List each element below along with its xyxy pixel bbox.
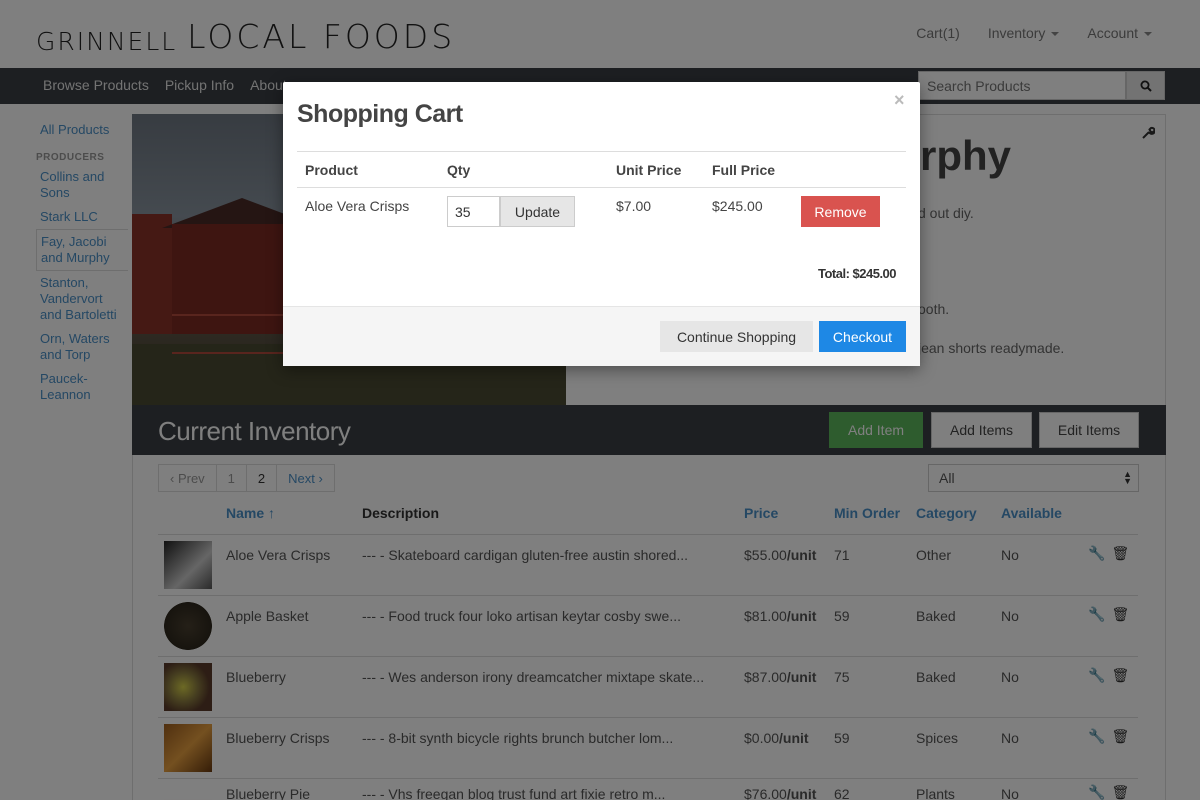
- close-icon[interactable]: ×: [894, 90, 905, 111]
- shopping-cart-modal: Shopping Cart × Product Qty Unit Price F…: [283, 82, 920, 366]
- quantity-input[interactable]: [447, 196, 500, 227]
- cart-header-product: Product: [305, 162, 358, 178]
- modal-title: Shopping Cart: [297, 100, 463, 128]
- cart-item-full-price: $245.00: [712, 198, 763, 214]
- remove-button[interactable]: Remove: [801, 196, 880, 227]
- table-divider: [297, 187, 906, 188]
- cart-header-qty: Qty: [447, 162, 471, 178]
- cart-item-unit-price: $7.00: [616, 198, 652, 214]
- checkout-button[interactable]: Checkout: [819, 321, 906, 352]
- modal-footer: Continue Shopping Checkout: [283, 306, 920, 366]
- cart-total: Total: $245.00: [818, 266, 897, 281]
- cart-header-full-price: Full Price: [712, 162, 776, 178]
- update-button[interactable]: Update: [500, 196, 575, 227]
- continue-shopping-button[interactable]: Continue Shopping: [660, 321, 813, 352]
- table-divider: [297, 151, 906, 152]
- cart-header-unit-price: Unit Price: [616, 162, 682, 178]
- cart-item-product: Aloe Vera Crisps: [305, 198, 410, 214]
